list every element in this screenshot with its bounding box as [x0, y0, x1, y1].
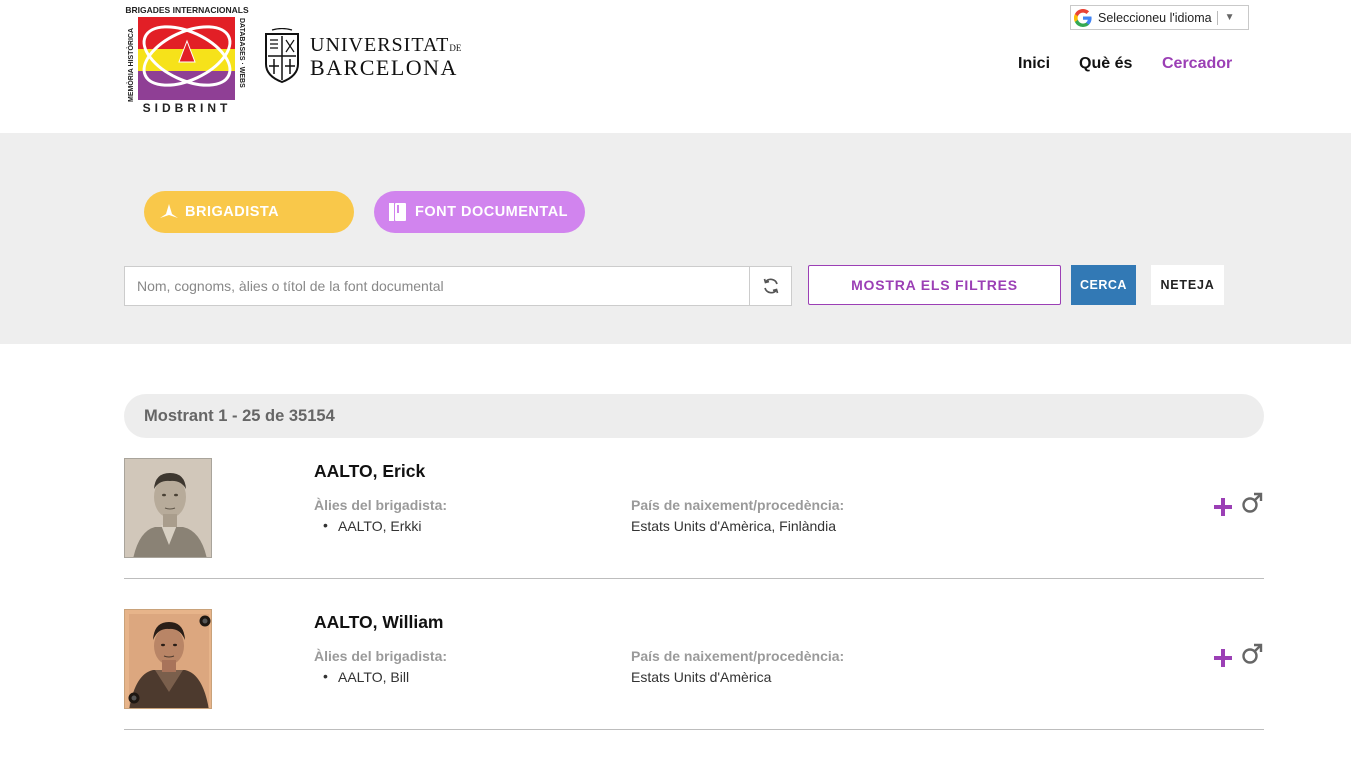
sidbrint-logo[interactable]: BRIGADES INTERNACIONALS MEMÒRIA HISTÒRIC…: [124, 4, 250, 116]
results-count: Mostrant 1 - 25 de 35154: [124, 394, 1264, 438]
clear-button[interactable]: NETEJA: [1151, 265, 1224, 305]
sidbrint-logo-top-text: BRIGADES INTERNACIONALS: [125, 5, 249, 15]
refresh-icon: [763, 278, 778, 294]
alias-value: AALTO, Bill: [323, 668, 409, 685]
search-panel: BRIGADISTA FONT DOCUMENTAL MOSTRA ELS FI…: [0, 133, 1351, 344]
alias-label: Àlies del brigadista:: [314, 497, 448, 513]
language-selector-label: Seleccioneu l'idioma: [1098, 10, 1212, 25]
result-row: AALTO, Erick Àlies del brigadista: AALTO…: [124, 458, 1264, 579]
plus-icon[interactable]: [1213, 648, 1233, 668]
result-row: AALTO, William Àlies del brigadista: AAL…: [124, 609, 1264, 730]
sidbrint-logo-right-text: DATABASES · WEBS: [238, 18, 245, 88]
country-value: Estats Units d'Amèrica, Finlàndia: [631, 518, 836, 534]
alias-value: AALTO, Erkki: [323, 517, 421, 534]
brigadista-star-icon: [160, 204, 178, 218]
ub-logo-line2: BARCELONA: [310, 55, 458, 80]
nav-link-que-es[interactable]: Què és: [1079, 55, 1132, 73]
sidbrint-logo-bottom-text: SIDBRINT: [143, 101, 232, 115]
nav-link-inici[interactable]: Inici: [1018, 55, 1050, 73]
male-gender-icon: [1242, 643, 1263, 664]
ub-logo[interactable]: UNIVERSITATDE BARCELONA: [262, 28, 472, 86]
ub-logo-line1: UNIVERSITATDE: [310, 34, 462, 56]
search-button[interactable]: CERCA: [1071, 265, 1136, 305]
sidbrint-logo-left-text: MEMÒRIA HISTÒRICA: [126, 28, 135, 102]
tab-brigadista[interactable]: BRIGADISTA: [144, 191, 354, 233]
google-icon: [1074, 8, 1092, 27]
brigadista-name[interactable]: AALTO, Erick: [314, 461, 425, 482]
language-selector-divider: [1216, 10, 1218, 25]
tab-font-documental[interactable]: FONT DOCUMENTAL: [374, 191, 585, 233]
plus-icon[interactable]: [1213, 497, 1233, 517]
country-label: País de naixement/procedència:: [631, 497, 845, 513]
tab-font-documental-label: FONT DOCUMENTAL: [415, 204, 569, 220]
language-selector[interactable]: Seleccioneu l'idioma ▼: [1070, 5, 1249, 30]
nav-link-cercador[interactable]: Cercador: [1162, 55, 1232, 73]
tab-brigadista-label: BRIGADISTA: [185, 204, 280, 220]
alias-label: Àlies del brigadista:: [314, 648, 448, 664]
male-gender-icon: [1242, 492, 1263, 513]
book-icon: [389, 203, 406, 221]
search-input[interactable]: [124, 266, 750, 306]
brigadista-photo[interactable]: [124, 458, 212, 558]
refresh-button[interactable]: [749, 266, 792, 306]
country-label: País de naixement/procedència:: [631, 648, 845, 664]
country-value: Estats Units d'Amèrica: [631, 669, 772, 685]
brigadista-photo[interactable]: [124, 609, 212, 709]
site-header: BRIGADES INTERNACIONALS MEMÒRIA HISTÒRIC…: [0, 0, 1351, 133]
show-filters-button[interactable]: MOSTRA ELS FILTRES: [808, 265, 1061, 305]
brigadista-name[interactable]: AALTO, William: [314, 612, 443, 633]
triangle-down-icon: ▼: [1224, 12, 1235, 23]
